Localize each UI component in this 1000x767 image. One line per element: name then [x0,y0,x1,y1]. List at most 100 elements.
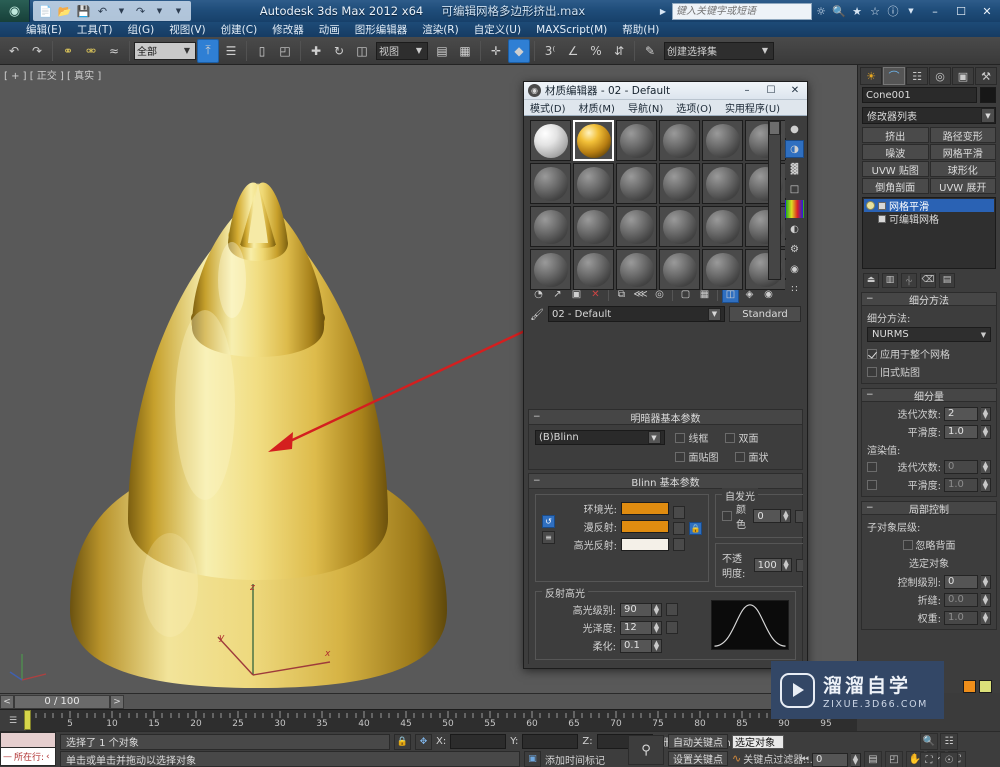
maxscript-mini-listener[interactable]: — 所在行: ‹ [0,732,58,767]
me-menu-utilities[interactable]: 实用程序(U) [725,100,780,115]
time-slider-handle[interactable]: 0 / 100 [14,694,110,709]
spinner-buttons[interactable]: ▲ ▼ [981,459,991,474]
time-slider-prev-frame-button[interactable]: < [0,694,14,709]
select-by-material-icon[interactable]: ◉ [785,260,804,278]
two-sided-checkbox[interactable]: 双面 [724,430,759,445]
set-keys-icon[interactable]: ⚲ [628,735,664,765]
apply-to-whole-mesh-checkbox[interactable]: 应用于整个网格 [867,346,991,361]
backlight-icon[interactable]: ◑ [785,140,804,158]
lock-color-icon[interactable]: 🔒 [689,521,702,535]
spec-level-spinner[interactable]: 90 ▲ ▼ [620,602,662,617]
field-of-view-icon[interactable]: ☉ [940,752,958,767]
use-pivot-point-center-icon[interactable]: ▤ [431,39,453,63]
checkbox-box[interactable] [867,348,877,359]
weight-value[interactable]: 1.0 [944,610,978,625]
render-iterations-checkbox[interactable] [867,461,877,472]
communication-center-icon[interactable]: ★ [848,3,866,20]
help-dropdown-icon[interactable]: ▼ [902,3,920,20]
self-illum-value[interactable]: 0 [753,509,782,523]
wireframe-checkbox[interactable]: 线框 [674,430,709,445]
sample-slot[interactable] [616,120,657,161]
zoom-region-icon[interactable]: ◰ [885,751,903,767]
sample-slot[interactable] [702,163,743,204]
me-maximize-button[interactable]: ☐ [759,83,783,99]
menu-item-customize[interactable]: 自定义(U) [474,22,521,37]
set-key-button[interactable]: 设置关键点 [668,751,728,766]
selection-lock-icon[interactable]: 🔒 [394,733,411,750]
open-mini-curve-editor-icon[interactable]: ☰ [0,710,26,731]
chevron-down-icon[interactable]: ▼ [181,46,193,55]
spinner-buttons[interactable]: ▲ ▼ [981,424,991,439]
glossiness-spinner[interactable]: 12 ▲ ▼ [620,620,662,635]
current-frame-field[interactable]: 0 [812,752,848,767]
face-map-checkbox[interactable]: 面贴图 [674,449,719,464]
self-illum-spinner[interactable]: 0 ▲ ▼ [753,509,792,523]
collapse-icon[interactable]: − [533,412,541,422]
spec-level-map-button[interactable] [666,603,678,616]
rollout-header[interactable]: − 细分方法 [861,292,997,307]
render-smoothness-checkbox[interactable] [867,479,877,490]
sample-slot[interactable] [573,163,614,204]
chevron-down-icon[interactable]: ▼ [977,328,990,341]
spinner-buttons[interactable]: ▲ ▼ [652,620,662,635]
chevron-down-icon[interactable]: ▼ [708,307,721,321]
zoom-icon[interactable]: 🔍 [920,733,938,750]
motion-tab[interactable]: ◎ [929,67,951,85]
sample-type-icon[interactable]: ● [785,120,804,138]
keyboard-shortcut-override-icon[interactable]: ◆ [508,38,530,63]
menu-item-group[interactable]: 组(G) [127,22,154,37]
soften-spinner[interactable]: 0.1 ▲ ▼ [620,638,662,653]
material-id-channel-icon[interactable]: ∷ [785,280,804,298]
opacity-map-button[interactable] [795,558,803,572]
options-icon[interactable]: ⚙ [785,240,804,258]
modifier-button-noise[interactable]: 噪波 [862,144,929,160]
remove-modifier-icon[interactable]: ⌫ [920,272,936,288]
spinner-buttons[interactable]: ▲ ▼ [981,610,991,625]
search-dropdown-icon[interactable]: ▶ [654,3,672,20]
chevron-down-icon[interactable]: ▼ [759,46,771,55]
window-crossing-toggle-icon[interactable]: ◰ [274,39,296,63]
sample-slot[interactable] [573,206,614,247]
object-color-swatch[interactable] [980,87,996,103]
open-file-icon[interactable]: 📂 [57,4,72,19]
checkbox-box[interactable] [902,539,913,550]
edit-named-selection-sets-icon[interactable]: ✎ [639,39,661,63]
select-and-rotate-icon[interactable]: ↻ [328,39,350,63]
self-illum-map-button[interactable] [795,509,803,523]
use-selection-center-icon[interactable]: ▦ [454,39,476,63]
sample-slot[interactable] [659,206,700,247]
redo-icon[interactable]: ↷ [133,4,148,19]
sample-slot[interactable] [659,249,700,290]
selection-filter-combo[interactable]: 全部 ▼ [134,41,196,60]
percent-snap-toggle-icon[interactable]: % [585,39,607,63]
sample-slot[interactable] [530,163,571,204]
zoom-extents-icon[interactable]: ⛶ [920,752,938,767]
show-end-result-icon[interactable]: ▥ [882,272,898,288]
new-file-icon[interactable]: 📄 [38,4,53,19]
bind-to-space-warp-icon[interactable]: ≈ [103,39,125,63]
y-coordinate-field[interactable] [522,734,579,749]
lock-diffuse-specular-icon[interactable]: ≡ [542,530,555,544]
select-and-link-icon[interactable]: ⚭ [57,39,79,63]
shader-type-combo[interactable]: (B)Blinn ▼ [535,430,665,445]
rollout-header[interactable]: − 细分量 [861,388,997,403]
checkbox-box[interactable] [674,451,685,462]
glossiness-map-button[interactable] [666,621,678,634]
menu-item-help[interactable]: 帮助(H) [622,22,659,37]
sample-slot[interactable] [659,120,700,161]
opacity-spinner[interactable]: 100 ▲ ▼ [753,558,792,572]
spinner-buttons[interactable]: ▲ ▼ [981,477,991,492]
me-menu-navigation[interactable]: 导航(N) [628,100,663,115]
named-selection-set-combo[interactable]: 创建选择集 ▼ [664,41,774,60]
checkbox-box[interactable] [867,366,877,377]
menu-item-create[interactable]: 创建(C) [221,22,258,37]
time-slider-next-frame-button[interactable]: > [110,694,124,709]
track-bar[interactable]: ☰ 0 5 10 15 20 25 30 35 40 45 50 55 60 6… [0,709,857,731]
menu-item-edit[interactable]: 编辑(E) [26,22,62,37]
add-time-tag-icon[interactable]: ▣ [524,751,541,767]
spinner-buttons[interactable]: ▲ ▼ [781,509,792,523]
time-slider[interactable]: < 0 / 100 > [0,693,857,709]
select-object-icon[interactable]: ⤒ [197,38,219,63]
modifier-button-uvw-map[interactable]: UVW 贴图 [862,161,929,177]
go-to-start-icon[interactable]: ⏮ [800,754,809,765]
